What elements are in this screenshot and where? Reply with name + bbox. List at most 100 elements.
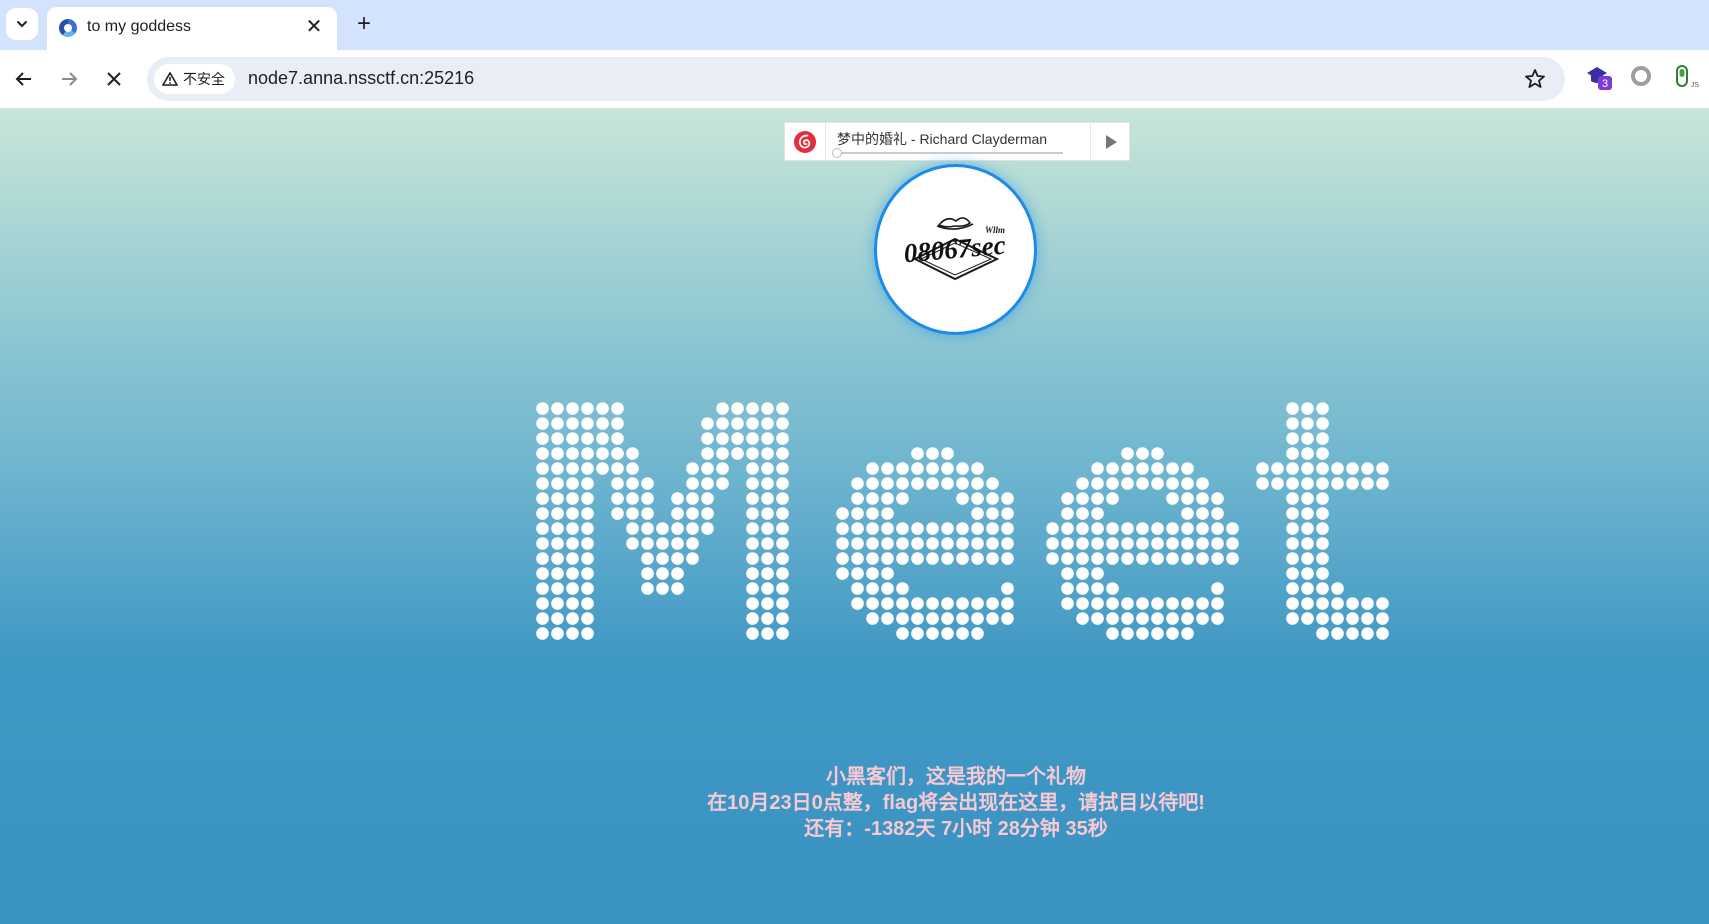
player-progress-handle[interactable]: [832, 148, 842, 158]
meet-dot: [836, 522, 849, 535]
browser-toolbar: 不安全 node7.anna.nssctf.cn:25216 3 JS: [0, 50, 1709, 109]
meet-dot: [1271, 477, 1284, 490]
meet-dot: [1331, 462, 1344, 475]
meet-dot: [716, 477, 729, 490]
meet-dot: [896, 582, 909, 595]
url-text[interactable]: node7.anna.nssctf.cn:25216: [248, 68, 474, 89]
meet-dot: [776, 462, 789, 475]
meet-dot: [1301, 492, 1314, 505]
meet-dot: [896, 627, 909, 640]
address-bar[interactable]: 不安全 node7.anna.nssctf.cn:25216: [147, 57, 1565, 101]
meet-dot: [1316, 477, 1329, 490]
meet-dot: [1346, 477, 1359, 490]
meet-dot: [986, 612, 999, 625]
security-chip[interactable]: 不安全: [154, 64, 235, 94]
meet-dot: [701, 462, 714, 475]
meet-dot: [776, 492, 789, 505]
meet-dot: [761, 537, 774, 550]
meet-dot: [866, 477, 879, 490]
extension-hat-icon[interactable]: 3: [1585, 63, 1615, 93]
meet-dot: [536, 432, 549, 445]
meet-dot: [596, 417, 609, 430]
music-player[interactable]: 梦中的婚礼 - Richard Clayderman: [784, 122, 1130, 161]
meet-dot: [611, 477, 624, 490]
meet-dot: [851, 552, 864, 565]
meet-dot: [731, 417, 744, 430]
avatar[interactable]: Wllm 08067sec: [874, 164, 1037, 335]
meet-dot: [1196, 612, 1209, 625]
meet-dot: [1316, 627, 1329, 640]
extension-ring-icon[interactable]: [1630, 65, 1652, 92]
meet-dot: [941, 627, 954, 640]
meet-dot: [1136, 612, 1149, 625]
meet-dot: [761, 582, 774, 595]
song-title: 梦中的婚礼 - Richard Clayderman: [837, 131, 1048, 147]
netease-music-icon: [794, 130, 816, 153]
meet-dot: [536, 492, 549, 505]
meet-dot: [671, 552, 684, 565]
meet-dot: [1346, 597, 1359, 610]
meet-dot: [671, 567, 684, 580]
meet-dot: [1316, 462, 1329, 475]
meet-dot: [1361, 477, 1374, 490]
meet-dot: [1001, 537, 1014, 550]
meet-dot: [971, 462, 984, 475]
meet-dot: [1181, 537, 1194, 550]
meet-dot: [1316, 537, 1329, 550]
meet-dot: [1301, 537, 1314, 550]
meet-dot: [1301, 582, 1314, 595]
meet-dot: [1151, 552, 1164, 565]
meet-dot: [686, 522, 699, 535]
meet-dot: [1331, 627, 1344, 640]
player-progress-bar[interactable]: [835, 152, 1063, 154]
meet-dot: [866, 567, 879, 580]
meet-dot: [851, 567, 864, 580]
meet-dot: [1061, 552, 1074, 565]
meet-dot: [536, 597, 549, 610]
bookmark-star-icon[interactable]: [1523, 67, 1547, 91]
meet-dot: [536, 537, 549, 550]
meet-dot: [1346, 462, 1359, 475]
meet-dot: [641, 507, 654, 520]
tab-close-icon[interactable]: ✕: [302, 15, 326, 39]
meet-dot: [926, 462, 939, 475]
meet-dot: [776, 612, 789, 625]
meet-dot: [896, 612, 909, 625]
meet-dot: [1151, 522, 1164, 535]
meet-dot: [746, 402, 759, 415]
meet-dot: [956, 552, 969, 565]
meet-dot: [1316, 582, 1329, 595]
stop-loading-button[interactable]: [98, 63, 130, 95]
meet-dot: [1091, 567, 1104, 580]
extension-js-icon[interactable]: JS: [1673, 63, 1701, 96]
active-tab[interactable]: to my goddess ✕: [47, 7, 337, 50]
play-button[interactable]: [1090, 123, 1131, 160]
meet-dot: [911, 477, 924, 490]
meet-dot: [581, 417, 594, 430]
new-tab-button[interactable]: +: [350, 10, 378, 38]
forward-button[interactable]: [53, 63, 85, 95]
meet-dot: [1091, 462, 1104, 475]
meet-dot: [851, 492, 864, 505]
meet-dot: [1166, 477, 1179, 490]
meet-dot: [926, 477, 939, 490]
meet-dot: [926, 447, 939, 460]
meet-dot: [1046, 537, 1059, 550]
meet-dot: [536, 552, 549, 565]
meet-dot: [1256, 477, 1269, 490]
meet-dot: [1166, 552, 1179, 565]
meet-dot: [1166, 612, 1179, 625]
tab-search-button[interactable]: [6, 8, 38, 40]
meet-dot: [896, 552, 909, 565]
meet-dot: [1211, 582, 1224, 595]
meet-dot: [1106, 537, 1119, 550]
meet-dot: [1316, 432, 1329, 445]
meet-dot: [761, 477, 774, 490]
meet-dot: [566, 402, 579, 415]
countdown-message: 小黑客们，这是我的一个礼物 在10月23日0点整，flag将会出现在这里，请拭目…: [0, 764, 1709, 842]
meet-dot: [686, 537, 699, 550]
meet-dot: [1316, 402, 1329, 415]
meet-dot: [566, 462, 579, 475]
meet-dot: [536, 402, 549, 415]
back-button[interactable]: [8, 63, 40, 95]
